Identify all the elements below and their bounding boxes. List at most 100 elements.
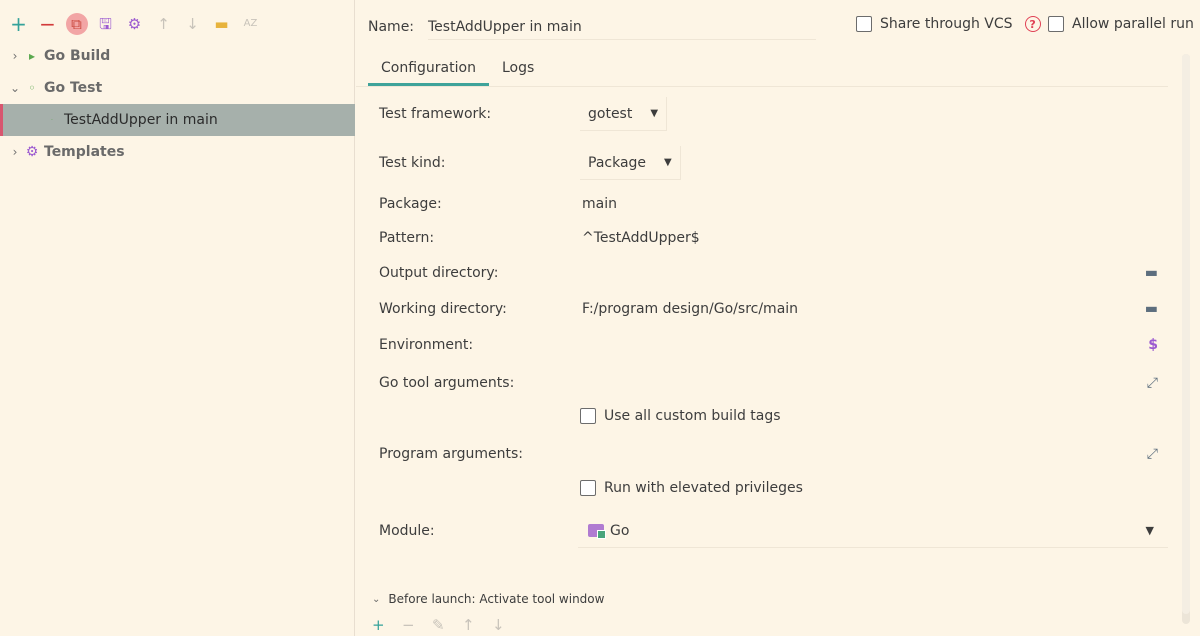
pattern-input[interactable]: ^TestAddUpper$ (582, 230, 700, 246)
share-vcs-label: Share through VCS (880, 16, 1013, 32)
chevron-right-icon[interactable]: › (7, 49, 23, 63)
tab-divider (356, 86, 1168, 87)
tab-logs[interactable]: Logs (489, 56, 547, 86)
dropdown-arrow-icon: ▼ (650, 108, 659, 119)
copy-config-button[interactable]: ⧉ (62, 11, 91, 37)
test-config-icon: · (51, 116, 53, 124)
tree-item-go-test[interactable]: ⌄ ◦ Go Test (0, 72, 355, 104)
expand-icon[interactable]: ⤢ (1147, 375, 1158, 391)
save-config-button[interactable]: 🖫 (91, 11, 120, 37)
package-row: Package: main (368, 194, 1168, 214)
package-label: Package: (379, 196, 442, 212)
test-kind-value: Package (588, 154, 647, 171)
share-vcs-checkbox[interactable] (856, 16, 872, 32)
arrow-up-icon: ↑ (157, 14, 170, 33)
folder-icon: ▬ (214, 14, 229, 33)
pattern-label: Pattern: (379, 230, 435, 246)
tree-item-label: Templates (44, 144, 125, 160)
parallel-run-label: Allow parallel run (1072, 16, 1194, 32)
tree-item-templates[interactable]: › ⚙ Templates (0, 136, 355, 168)
save-icon: 🖫 (99, 14, 112, 33)
name-row: Name: TestAddUpper in main (368, 14, 816, 40)
tree-item-go-build[interactable]: › ▸ Go Build (0, 40, 355, 72)
new-folder-button[interactable]: ▬ (207, 11, 236, 37)
parallel-run-checkbox[interactable] (1048, 16, 1064, 32)
output-directory-label: Output directory: (379, 265, 499, 281)
module-icon (588, 524, 606, 539)
name-input[interactable]: TestAddUpper in main (428, 14, 816, 40)
dropdown-arrow-icon: ▼ (664, 157, 672, 168)
go-tool-args-row: Go tool arguments: ⤢ (368, 373, 1168, 393)
module-label: Module: (379, 523, 435, 539)
module-select[interactable]: Go ▼ (578, 514, 1168, 548)
test-kind-select[interactable]: Package ▼ (580, 146, 681, 180)
working-directory-row: Working directory: F:/program design/Go/… (368, 299, 1168, 319)
chevron-down-icon[interactable]: ⌄ (7, 81, 23, 95)
test-framework-value: gotest (588, 105, 633, 122)
copy-icon: ⧉ (71, 14, 82, 33)
before-launch-section[interactable]: ⌄ Before launch: Activate tool window (372, 592, 604, 606)
go-tool-args-label: Go tool arguments: (379, 375, 515, 391)
test-framework-label: Test framework: (379, 106, 492, 122)
add-config-button[interactable]: + (4, 11, 33, 37)
plus-icon: + (10, 12, 27, 36)
config-tree: › ▸ Go Build ⌄ ◦ Go Test · TestAddUpper … (0, 40, 355, 168)
remove-config-button[interactable]: − (33, 11, 62, 37)
before-launch-toolbar: + − ✎ ↑ ↓ (372, 616, 522, 634)
tab-bar: Configuration Logs (368, 56, 547, 86)
environment-label: Environment: (379, 337, 474, 353)
package-input[interactable]: main (582, 196, 617, 212)
run-icon: ▸ (28, 49, 36, 63)
working-directory-input[interactable]: F:/program design/Go/src/main (582, 301, 798, 317)
parallel-run-option[interactable]: Allow parallel run (1048, 16, 1194, 32)
edit-defaults-button[interactable]: ⚙ (120, 11, 149, 37)
test-framework-row: Test framework: gotest ▼ (368, 97, 1168, 131)
test-kind-row: Test kind: Package ▼ (368, 146, 1168, 180)
module-row: Module: Go ▼ (368, 514, 1168, 548)
tree-item-label: Go Test (44, 80, 103, 96)
tree-item-label: Go Build (44, 48, 111, 64)
test-framework-select[interactable]: gotest ▼ (580, 97, 668, 131)
program-args-row: Program arguments: ⤢ (368, 444, 1168, 464)
sort-button[interactable]: AZ (236, 11, 265, 37)
remove-task-button[interactable]: − (402, 616, 432, 634)
folder-icon[interactable]: ▬ (1145, 265, 1158, 281)
chevron-down-icon[interactable]: ⌄ (372, 594, 380, 605)
elevated-privileges-checkbox[interactable] (580, 480, 596, 496)
move-task-up-button[interactable]: ↑ (462, 616, 492, 634)
custom-build-tags-option[interactable]: Use all custom build tags (580, 408, 781, 424)
tab-configuration[interactable]: Configuration (368, 56, 489, 86)
share-vcs-option[interactable]: Share through VCS ? (856, 16, 1041, 32)
run-config-tree-panel: + − ⧉ 🖫 ⚙ ↑ ↓ ▬ AZ › ▸ Go Build ⌄ ◦ Go T… (0, 0, 355, 636)
move-up-button[interactable]: ↑ (149, 11, 178, 37)
dropdown-arrow-icon: ▼ (1145, 524, 1154, 537)
elevated-privileges-option[interactable]: Run with elevated privileges (580, 480, 803, 496)
test-kind-label: Test kind: (379, 155, 446, 171)
module-value: Go (610, 522, 630, 539)
config-editor-panel: Name: TestAddUpper in main Share through… (356, 0, 1200, 636)
before-launch-label: Before launch: Activate tool window (388, 592, 605, 606)
folder-icon[interactable]: ▬ (1145, 301, 1158, 317)
dollar-icon[interactable]: $ (1148, 337, 1158, 353)
custom-build-tags-checkbox[interactable] (580, 408, 596, 424)
pattern-row: Pattern: ^TestAddUpper$ (368, 228, 1168, 248)
tree-item-testaddupper[interactable]: · TestAddUpper in main (0, 104, 355, 136)
minus-icon: − (39, 12, 56, 36)
expand-icon[interactable]: ⤢ (1147, 446, 1158, 462)
test-icon: ◦ (28, 81, 36, 95)
move-task-down-button[interactable]: ↓ (492, 616, 522, 634)
edit-task-button[interactable]: ✎ (432, 616, 462, 634)
sort-az-icon: AZ (243, 18, 258, 29)
chevron-right-icon[interactable]: › (7, 145, 23, 159)
gear-icon: ⚙ (127, 14, 142, 33)
program-args-label: Program arguments: (379, 446, 523, 462)
arrow-down-icon: ↓ (186, 14, 199, 33)
help-icon[interactable]: ? (1024, 16, 1041, 32)
move-down-button[interactable]: ↓ (178, 11, 207, 37)
output-directory-row: Output directory: ▬ (368, 263, 1168, 283)
scrollbar-thumb[interactable] (1182, 54, 1190, 614)
add-task-button[interactable]: + (372, 616, 402, 634)
gear-icon: ⚙ (25, 144, 39, 160)
working-directory-label: Working directory: (379, 301, 507, 317)
vertical-scrollbar[interactable] (1182, 54, 1190, 624)
